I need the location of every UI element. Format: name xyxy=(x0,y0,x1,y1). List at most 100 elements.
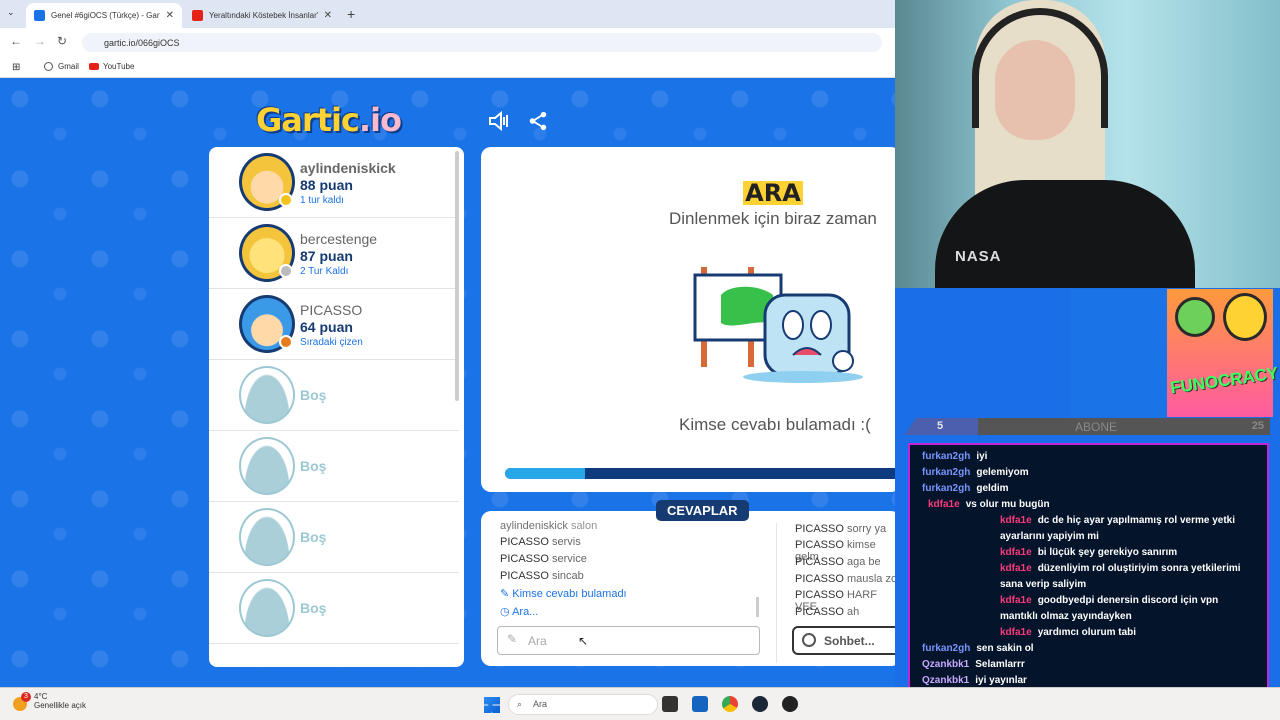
empty-slot-label: Boş xyxy=(300,458,327,474)
answer-row: aylindeniskick salon xyxy=(500,520,598,532)
stream-chat-message: furkan2gh iyi xyxy=(922,451,988,462)
answers-label: CEVAPLAR xyxy=(656,500,749,521)
sub-label: ABONE xyxy=(1075,420,1118,434)
status-dot xyxy=(279,264,293,278)
streamer-hoodie xyxy=(935,180,1195,288)
stream-chat-message: furkan2gh geldim xyxy=(922,483,1009,494)
stream-chat-message: furkan2gh sen sakin ol xyxy=(922,643,1034,654)
apps-grid-icon[interactable]: ⊞ xyxy=(12,62,20,73)
player-list-scrollbar[interactable] xyxy=(455,151,459,401)
player-score: 87 puan xyxy=(300,248,353,264)
url-field[interactable]: gartic.io/066giOCS xyxy=(82,33,882,52)
thumbs-up-icon xyxy=(1175,297,1215,337)
notification-badge: 3 xyxy=(21,692,31,702)
weather-desc: Genellikle açık xyxy=(34,701,87,710)
sad-easel-illustration-icon xyxy=(693,267,863,383)
mascot-face-icon xyxy=(1223,293,1267,341)
player-status: 2 Tur Kaldı xyxy=(300,266,349,277)
answer-notice: ✎ Kimse cevabı bulamadı xyxy=(500,588,627,600)
funocracy-logo: FUNOCRACY xyxy=(1169,363,1280,398)
player-name: PICASSO xyxy=(300,302,363,318)
answer-placeholder: Ara xyxy=(528,633,547,648)
stream-chat-message: kdfa1e yardımcı olurum tabi xyxy=(1000,627,1137,638)
clock-icon: ◷ xyxy=(500,606,510,618)
funocracy-overlay: FUNOCRACY xyxy=(1167,289,1279,417)
status-title: ARA xyxy=(743,181,803,205)
youtube-icon xyxy=(89,63,99,70)
mouse-cursor-icon: ↖ xyxy=(578,634,589,648)
player-row[interactable]: aylindeniskick 88 puan 1 tur kaldı xyxy=(209,147,459,218)
player-row[interactable]: PICASSO 64 puan Sıradaki çizen xyxy=(209,289,459,360)
tab-search-chevron-icon[interactable]: ⌄ xyxy=(7,7,15,18)
status-dot xyxy=(279,335,293,349)
forward-icon[interactable]: → xyxy=(34,34,46,48)
task-view-icon[interactable] xyxy=(662,696,678,712)
sub-count: 5 xyxy=(937,420,944,432)
empty-avatar-icon xyxy=(239,508,295,566)
bookmark-youtube[interactable]: YouTube xyxy=(103,62,134,71)
sound-icon[interactable] xyxy=(487,109,511,133)
empty-slot: Boş xyxy=(209,573,459,644)
address-bar-row: ← → ↻ gartic.io/066giOCS xyxy=(0,28,895,56)
stream-chat-message: kdfa1e dc de hiç ayar yapılmamış rol verm… xyxy=(1000,515,1236,542)
close-tab-icon[interactable]: ✕ xyxy=(166,10,174,21)
empty-avatar-icon xyxy=(239,437,295,495)
panel-divider xyxy=(776,523,777,663)
steam-icon[interactable] xyxy=(752,696,768,712)
answer-row: PICASSO sincab xyxy=(500,570,584,582)
chat-row: PICASSO aga be xyxy=(795,556,881,568)
answer-input[interactable]: ✎ Ara xyxy=(497,626,760,655)
empty-slot: Boş xyxy=(209,360,459,431)
pencil-icon: ✎ xyxy=(507,632,518,646)
status-dot xyxy=(279,193,293,207)
player-name: bercestenge xyxy=(300,231,378,247)
windows-start-icon[interactable] xyxy=(484,697,500,713)
bookmark-gmail[interactable]: Gmail xyxy=(58,62,79,71)
weather-widget[interactable]: 4°C Genellikle açık xyxy=(34,692,86,710)
stream-chat-message: furkan2gh gelemiyom xyxy=(922,467,1029,478)
status-subtitle: Dinlenmek için biraz zaman xyxy=(669,209,877,228)
player-name: aylindeniskick xyxy=(300,160,396,176)
new-tab-icon[interactable]: + xyxy=(347,6,355,22)
gartic-favicon-icon xyxy=(34,10,45,21)
app-icon[interactable] xyxy=(782,696,798,712)
pencil-icon: ✎ xyxy=(500,588,510,600)
chrome-icon[interactable] xyxy=(722,696,738,712)
tab-youtube[interactable]: Yeraltındaki Köstebek İnsanlar'ı ✕ xyxy=(184,3,340,28)
stream-chat-message: kdfa1e düzenliyim rol oluştiriyim sonra y… xyxy=(1000,563,1241,590)
tab-gartic[interactable]: Genel #6giOCS (Türkçe) - Gartic ✕ xyxy=(26,3,182,28)
subscriber-goal-bar: 5 ABONE 25 xyxy=(905,418,1270,435)
store-icon[interactable] xyxy=(692,696,708,712)
stream-chat-message: kdfa1e bi lüçük şey gerekiyo sanırım xyxy=(1000,547,1178,558)
close-tab-icon[interactable]: ✕ xyxy=(324,10,332,21)
round-progress-bar xyxy=(505,468,895,479)
reload-icon[interactable]: ↻ xyxy=(57,34,67,48)
chat-placeholder: Sohbet... xyxy=(824,633,875,648)
player-row[interactable]: bercestenge 87 puan 2 Tur Kaldı xyxy=(209,218,459,289)
answer-row: PICASSO service xyxy=(500,553,587,565)
chat-input[interactable]: Sohbet... xyxy=(792,626,895,655)
chat-row: PICASSO sorry ya xyxy=(795,523,887,535)
empty-slot-label: Boş xyxy=(300,600,327,616)
shirt-logo: NASA xyxy=(955,248,1002,265)
round-progress-fill xyxy=(505,468,585,479)
search-icon: ⌕ xyxy=(517,699,523,709)
back-icon[interactable]: ← xyxy=(10,34,22,48)
drawing-canvas: ARA Dinlenmek için biraz zaman Kimse cev… xyxy=(481,147,895,492)
bookmarks-bar: ⊞ Gmail YouTube xyxy=(0,56,895,78)
stream-chat-message: kdfa1e vs olur mu bugün xyxy=(928,499,1050,510)
taskbar-search-label: Ara xyxy=(533,699,548,709)
empty-slot-label: Boş xyxy=(300,387,327,403)
player-score: 64 puan xyxy=(300,319,353,335)
url-text: gartic.io/066giOCS xyxy=(104,37,180,48)
result-text: Kimse cevabı bulamadı :( xyxy=(679,415,871,434)
chat-row: PICASSO mausla zor xyxy=(795,573,895,585)
answers-scrollbar[interactable] xyxy=(756,597,759,617)
empty-slot-label: Boş xyxy=(300,529,327,545)
chat-row: PICASSO ah xyxy=(795,606,860,618)
share-icon[interactable] xyxy=(527,109,549,133)
taskbar-search[interactable]: ⌕ Ara xyxy=(508,694,658,715)
player-score: 88 puan xyxy=(300,177,353,193)
webcam-feed: NASA xyxy=(895,0,1280,288)
chat-bubble-icon xyxy=(802,633,816,647)
